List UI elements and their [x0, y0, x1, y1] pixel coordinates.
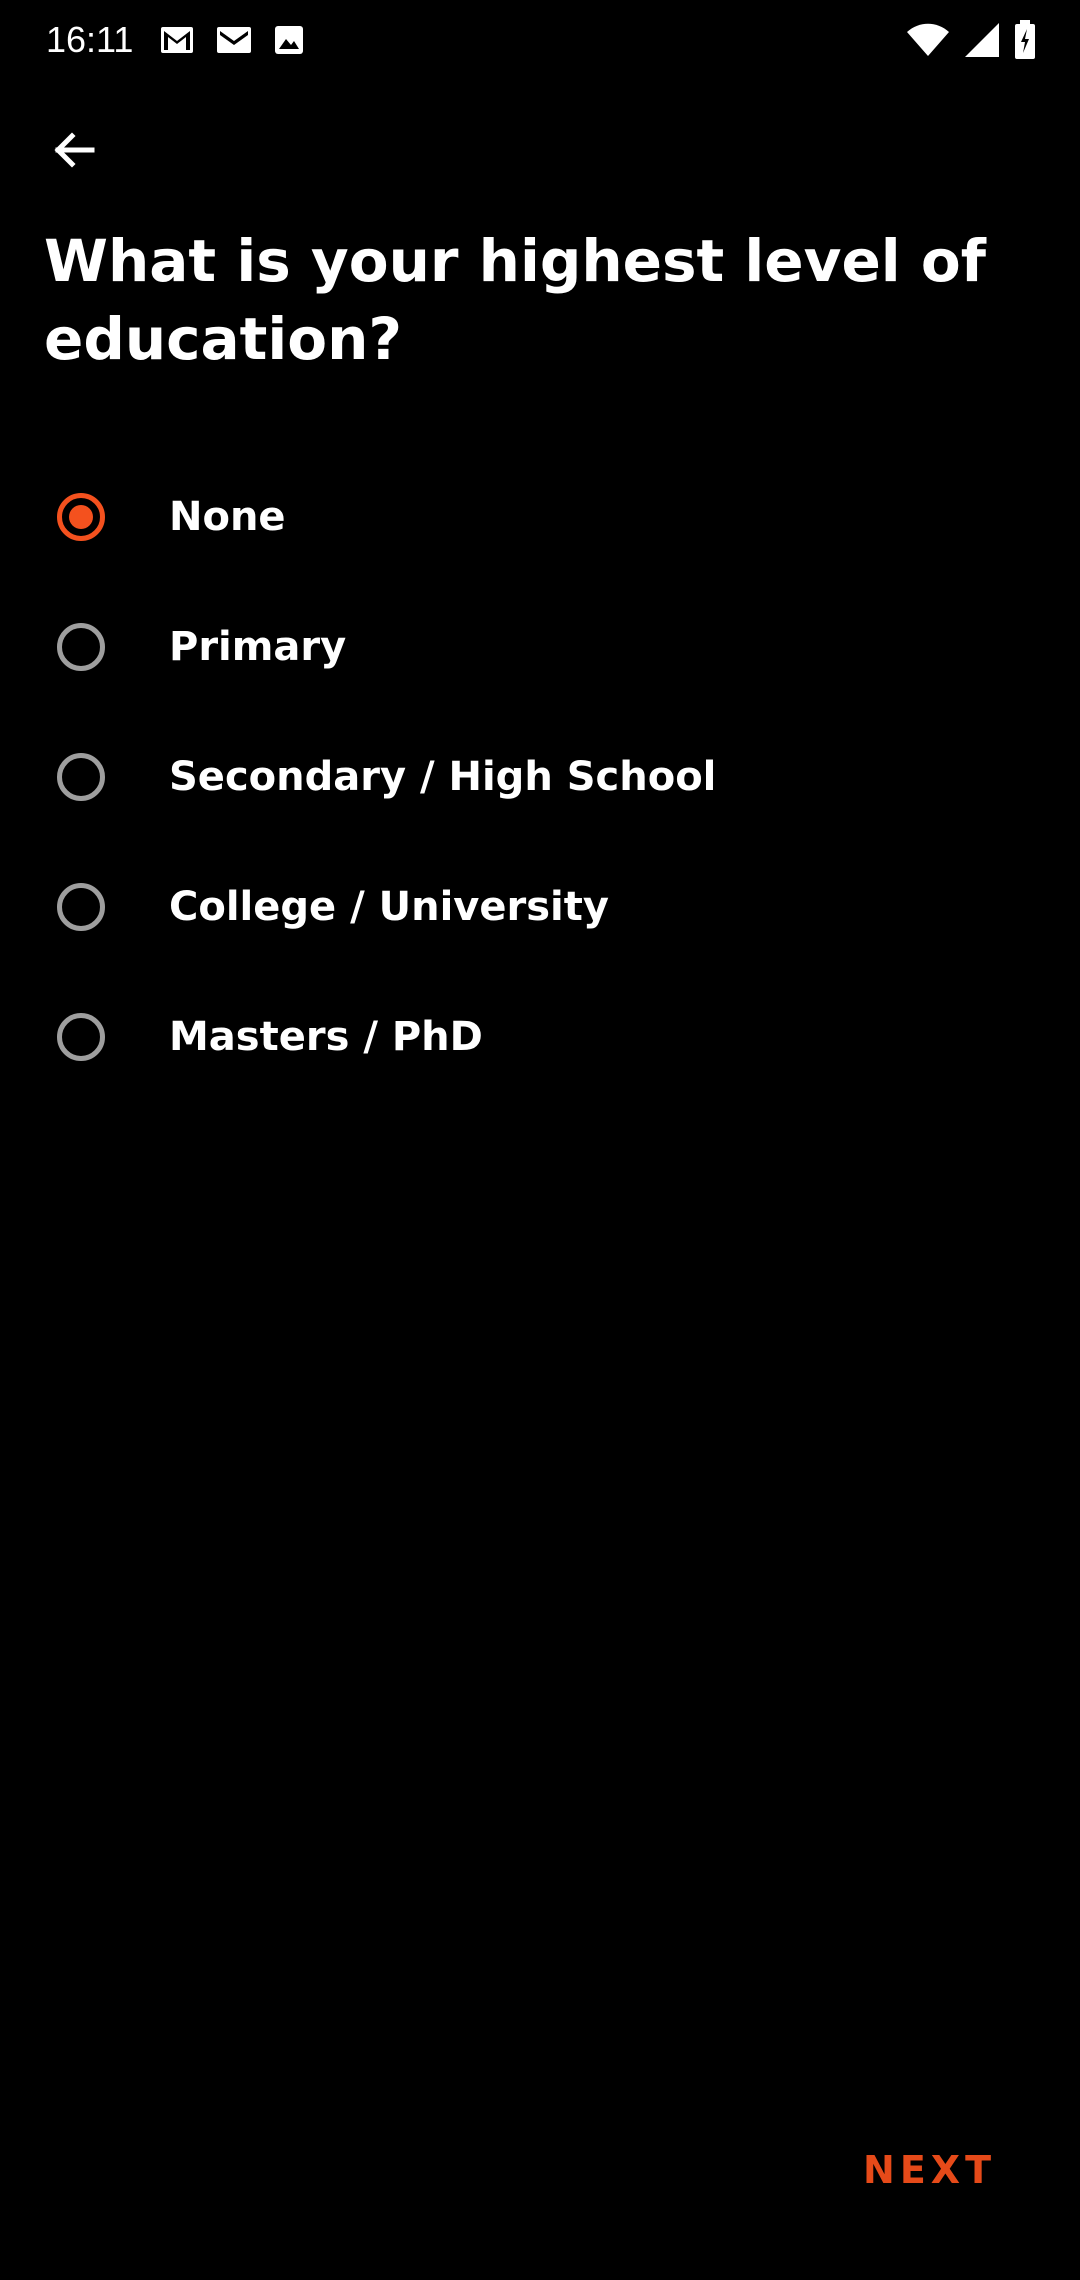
radio-button[interactable] — [57, 623, 105, 671]
option-college-university[interactable]: College / University — [0, 842, 1080, 972]
notification-icons — [160, 22, 304, 58]
radio-button[interactable] — [57, 1013, 105, 1061]
radio-button[interactable] — [57, 493, 105, 541]
back-button[interactable] — [40, 118, 108, 186]
wifi-icon — [906, 23, 950, 57]
option-label: Primary — [169, 624, 347, 670]
option-label: Masters / PhD — [169, 1014, 483, 1060]
option-masters-phd[interactable]: Masters / PhD — [0, 972, 1080, 1102]
page-title: What is your highest level of education? — [44, 227, 986, 373]
status-time: 16:11 — [46, 19, 134, 60]
system-icons — [906, 20, 1036, 60]
option-secondary-high-school[interactable]: Secondary / High School — [0, 712, 1080, 842]
education-options: None Primary Secondary / High School Col… — [0, 452, 1080, 1102]
radio-button[interactable] — [57, 753, 105, 801]
battery-icon — [1014, 20, 1036, 60]
radio-button[interactable] — [57, 883, 105, 931]
option-label: None — [169, 494, 286, 540]
option-primary[interactable]: Primary — [0, 582, 1080, 712]
option-label: College / University — [169, 884, 609, 930]
gmail-icon — [160, 26, 194, 54]
option-none[interactable]: None — [0, 452, 1080, 582]
status-bar: 16:11 — [0, 0, 1080, 80]
email-icon — [216, 26, 252, 54]
next-button[interactable]: NEXT — [863, 2148, 996, 2192]
option-label: Secondary / High School — [169, 754, 717, 800]
arrow-back-icon — [50, 126, 98, 179]
cell-signal-icon — [964, 22, 1000, 58]
image-icon — [274, 25, 304, 55]
